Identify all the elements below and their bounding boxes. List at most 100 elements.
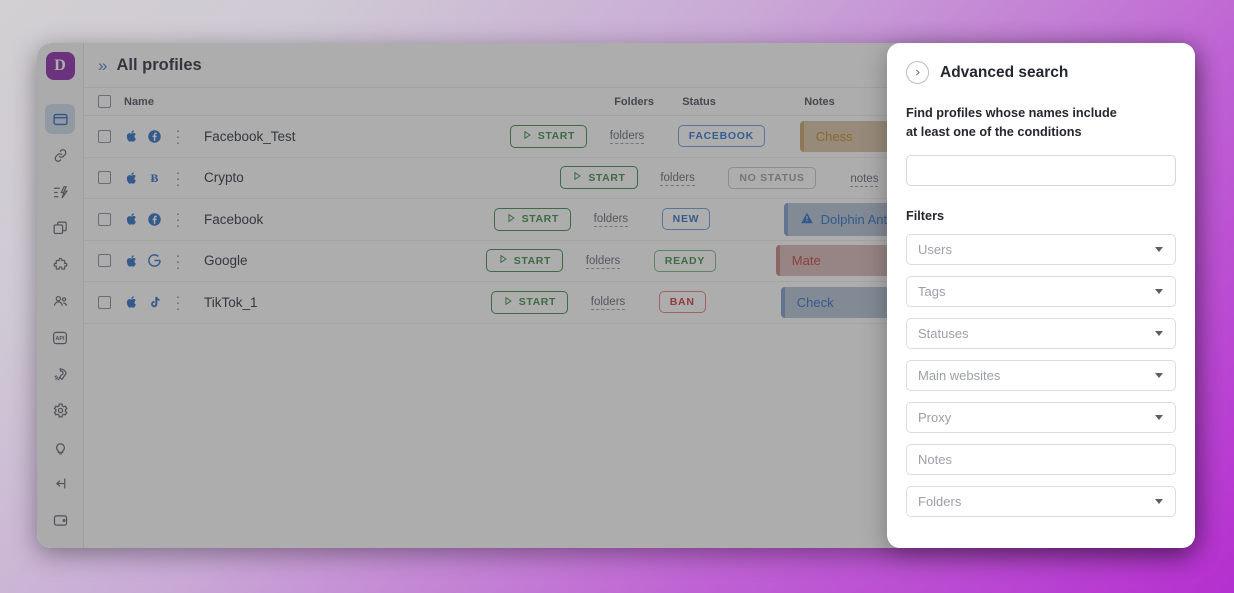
row-menu-icon[interactable]: · · ·	[167, 123, 189, 149]
folders-link[interactable]: folders	[660, 171, 695, 186]
folders-link[interactable]: folders	[593, 213, 629, 228]
status-badge[interactable]: FACEBOOK	[677, 125, 765, 148]
filter-label: Notes	[918, 452, 952, 467]
select-all-checkbox[interactable]	[98, 95, 122, 108]
note-text: Mate	[791, 253, 821, 269]
filter-label: Main websites	[918, 368, 1001, 383]
row-checkbox[interactable]	[98, 129, 122, 143]
filter-proxy[interactable]: Proxy	[906, 402, 1176, 433]
sidebar-item-automation[interactable]	[45, 177, 75, 206]
sidebar-item-browser-profiles[interactable]	[45, 104, 75, 134]
start-button[interactable]: START	[490, 290, 568, 314]
filter-main-websites[interactable]: Main websites	[906, 360, 1176, 391]
start-label: START	[521, 213, 559, 226]
advanced-search-header: Advanced search	[906, 61, 1176, 84]
status-badge[interactable]: READY	[653, 249, 717, 272]
apple-icon	[122, 254, 141, 268]
lightbulb-icon	[52, 439, 69, 456]
brand-logo[interactable]: D	[45, 52, 75, 81]
page-title: All profiles	[116, 55, 202, 74]
advanced-search-title: Advanced search	[940, 63, 1069, 81]
wallet-icon	[52, 512, 69, 529]
rocket-icon	[52, 366, 69, 383]
start-button[interactable]: START	[493, 207, 571, 231]
sidebar-item-get-started[interactable]	[45, 360, 75, 389]
sidebar-item-api[interactable]: API	[45, 323, 75, 352]
play-icon	[572, 171, 582, 184]
status-badge[interactable]: NO STATUS	[728, 166, 816, 189]
automation-bolt-icon	[52, 184, 69, 201]
start-button[interactable]: START	[509, 124, 587, 148]
chevron-down-icon[interactable]	[1155, 331, 1163, 336]
row-checkbox[interactable]	[98, 212, 122, 226]
play-icon	[498, 254, 508, 267]
sidebar-item-wallet[interactable]	[45, 505, 75, 534]
sidebar: D API	[37, 43, 84, 548]
chevron-down-icon[interactable]	[1155, 289, 1163, 294]
puzzle-icon	[52, 257, 69, 274]
filter-tags[interactable]: Tags	[906, 276, 1176, 307]
row-checkbox[interactable]	[98, 171, 122, 185]
link-icon	[52, 147, 69, 164]
sidebar-item-proxies[interactable]	[45, 141, 75, 170]
row-menu-icon[interactable]: · · ·	[167, 165, 189, 191]
row-checkbox[interactable]	[98, 295, 122, 309]
sidebar-item-extensions-copy[interactable]	[45, 214, 75, 243]
column-header-status: Status	[682, 95, 716, 108]
note-text: Chess	[815, 128, 853, 144]
status-badge[interactable]: NEW	[661, 208, 711, 231]
advanced-search-input[interactable]	[906, 155, 1176, 186]
filter-label: Users	[918, 242, 952, 257]
advanced-search-prompt: Find profiles whose names include at lea…	[906, 104, 1176, 142]
advanced-search-panel: Advanced search Find profiles whose name…	[887, 43, 1195, 548]
row-menu-icon[interactable]: · · ·	[167, 248, 189, 274]
sidebar-item-logout[interactable]	[45, 469, 75, 498]
sidebar-item-team[interactable]	[45, 287, 75, 316]
play-icon	[522, 130, 532, 143]
profile-name: Facebook_Test	[204, 128, 296, 144]
row-checkbox[interactable]	[98, 254, 122, 268]
facebook-icon	[141, 212, 167, 227]
start-button[interactable]: START	[560, 166, 638, 190]
profile-name: Facebook	[204, 211, 264, 227]
warning-triangle-icon	[800, 211, 814, 228]
sidebar-item-tips[interactable]	[45, 433, 75, 462]
apple-icon	[122, 129, 141, 143]
play-icon	[503, 296, 513, 309]
svg-text:Ƀ: Ƀ	[150, 171, 158, 185]
collapse-sidebar-icon[interactable]: »	[98, 57, 108, 74]
google-icon	[141, 253, 167, 268]
chevron-right-icon[interactable]	[906, 61, 929, 84]
filter-notes[interactable]: Notes	[906, 444, 1176, 475]
start-label: START	[518, 296, 556, 309]
chevron-down-icon[interactable]	[1155, 247, 1163, 252]
start-label: START	[513, 254, 551, 267]
filter-users[interactable]: Users	[906, 234, 1176, 265]
start-button[interactable]: START	[485, 249, 563, 273]
status-badge[interactable]: BAN	[658, 291, 706, 314]
chevron-down-icon[interactable]	[1155, 499, 1163, 504]
tiktok-icon	[141, 295, 167, 310]
note-link[interactable]: notes	[850, 173, 879, 188]
filter-statuses[interactable]: Statuses	[906, 318, 1176, 349]
row-menu-icon[interactable]: · · ·	[167, 206, 189, 232]
sidebar-item-settings[interactable]	[45, 396, 75, 425]
folders-link[interactable]: folders	[590, 296, 626, 311]
apple-icon	[122, 171, 141, 185]
chevron-down-icon[interactable]	[1155, 373, 1163, 378]
users-icon	[52, 293, 69, 310]
column-header-folders: Folders	[614, 95, 654, 108]
sidebar-item-plugins[interactable]	[45, 250, 75, 279]
row-menu-icon[interactable]: · · ·	[167, 289, 189, 315]
prompt-line-2: at least one of the conditions	[906, 125, 1082, 139]
api-icon: API	[51, 329, 69, 347]
folders-link[interactable]: folders	[585, 254, 621, 269]
folders-link[interactable]: folders	[609, 130, 645, 145]
copy-windows-icon	[52, 220, 69, 237]
svg-text:API: API	[56, 336, 65, 342]
note-text: Dolphin Anty	[820, 211, 894, 227]
chevron-down-icon[interactable]	[1155, 415, 1163, 420]
filter-folders[interactable]: Folders	[906, 486, 1176, 517]
start-label: START	[537, 130, 575, 143]
apple-icon	[122, 212, 141, 226]
